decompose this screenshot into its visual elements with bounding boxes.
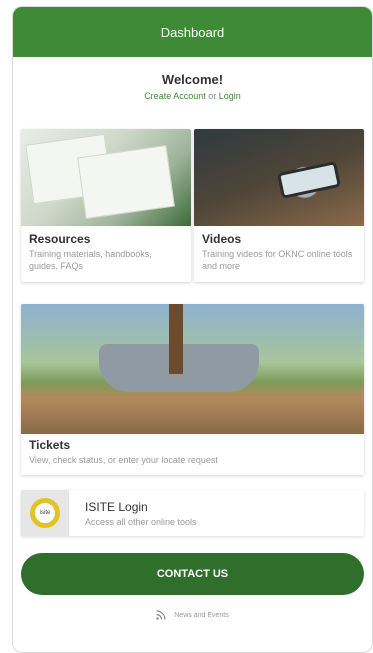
rss-icon <box>156 610 166 620</box>
contact-us-button[interactable]: CONTACT US <box>21 553 364 595</box>
resources-title: Resources <box>29 232 91 246</box>
welcome-title: Welcome! <box>161 72 224 87</box>
isite-subtitle: Access all other online tools <box>85 516 197 527</box>
resources-card[interactable]: Resources Training materials, handbooks,… <box>21 129 191 282</box>
resources-subtitle: Training materials, handbooks, guides, F… <box>29 249 152 271</box>
videos-subtitle: Training videos for OKNC online tools an… <box>202 249 353 271</box>
card-grid: Resources Training materials, handbooks,… <box>13 129 372 282</box>
app-bar: Dashboard <box>13 7 372 57</box>
resources-image <box>21 129 191 226</box>
isite-text: ISITE Login Access all other online tool… <box>69 500 197 527</box>
login-link[interactable]: Login <box>219 91 241 101</box>
videos-card-body: Videos Training videos for OKNC online t… <box>194 226 364 278</box>
create-account-link[interactable]: Create Account <box>144 91 206 101</box>
isite-title: ISITE Login <box>85 499 148 514</box>
tickets-subtitle: View, check status, or enter your locate… <box>29 455 218 465</box>
app-frame: Dashboard Welcome! Create Account or Log… <box>12 6 373 653</box>
tickets-card-body: Tickets View, check status, or enter you… <box>21 434 364 470</box>
videos-card[interactable]: Videos Training videos for OKNC online t… <box>194 129 364 282</box>
videos-title: Videos <box>202 232 242 246</box>
tickets-title: Tickets <box>29 438 71 452</box>
phone-shape <box>276 161 342 199</box>
news-events-label: News and Events <box>174 611 229 619</box>
videos-image <box>194 129 364 226</box>
isite-logo-icon: isite <box>30 498 60 528</box>
or-text: or <box>208 91 217 101</box>
brochure-shape <box>77 145 175 219</box>
isite-logo: isite <box>21 490 69 536</box>
welcome-links: Create Account or Login <box>13 91 372 101</box>
isite-login-card[interactable]: isite ISITE Login Access all other onlin… <box>21 490 364 536</box>
shovel-handle-shape <box>169 304 183 374</box>
tickets-card[interactable]: Tickets View, check status, or enter you… <box>21 304 364 475</box>
tickets-image <box>21 304 364 434</box>
news-events-link[interactable]: News and Events <box>13 610 372 620</box>
resources-card-body: Resources Training materials, handbooks,… <box>21 226 191 278</box>
welcome-section: Welcome! Create Account or Login <box>13 57 372 129</box>
page-title: Dashboard <box>160 24 225 40</box>
